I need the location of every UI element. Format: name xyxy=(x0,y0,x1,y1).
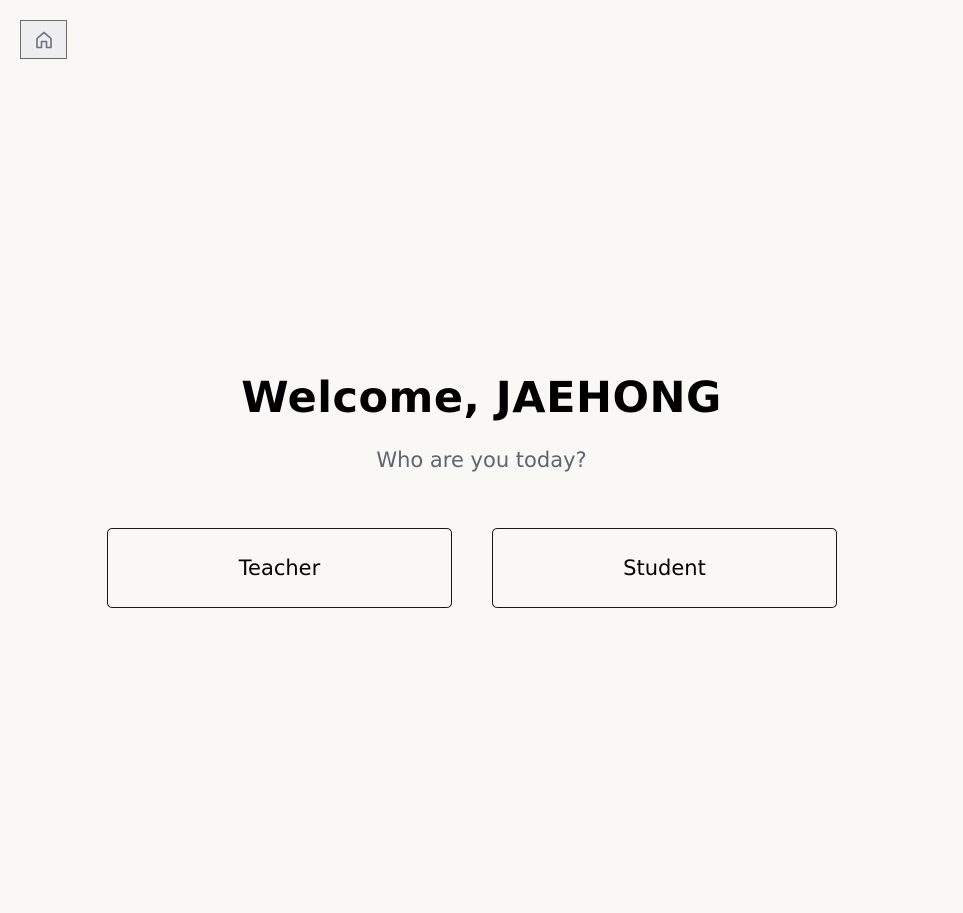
teacher-button[interactable]: Teacher xyxy=(107,528,452,608)
teacher-button-label: Teacher xyxy=(238,556,321,580)
page-subtitle: Who are you today? xyxy=(376,448,587,472)
student-button-label: Student xyxy=(623,556,706,580)
student-button[interactable]: Student xyxy=(492,528,837,608)
home-button[interactable] xyxy=(20,20,67,59)
page-title: Welcome, JAEHONG xyxy=(241,373,722,423)
home-icon xyxy=(34,30,54,50)
